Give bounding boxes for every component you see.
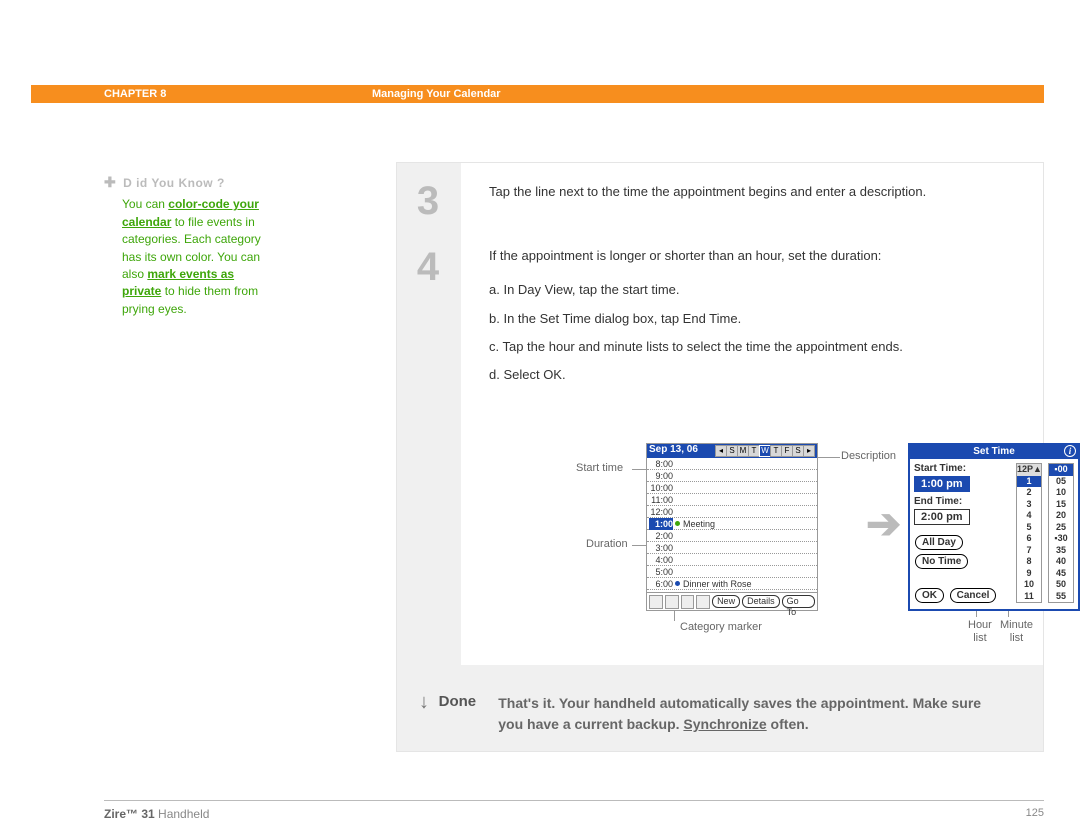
substep-c: c. Tap the hour and minute lists to sele… — [489, 338, 1013, 356]
substep-d: d. Select OK. — [489, 366, 1013, 384]
time-slot[interactable]: 9:00 — [647, 470, 817, 482]
callout-line — [674, 611, 675, 621]
cancel-button[interactable]: Cancel — [950, 588, 997, 603]
time-slot[interactable]: 5:00 — [647, 566, 817, 578]
chapter-title: Managing Your Calendar — [372, 85, 501, 103]
details-button[interactable]: Details — [742, 595, 780, 608]
time-slot[interactable]: 2:00 — [647, 530, 817, 542]
done-text: That's it. Your handheld automatically s… — [498, 693, 998, 735]
set-time-titlebar: Set Time i — [910, 445, 1078, 459]
time-slots: 8:009:0010:0011:0012:001:00Meeting2:003:… — [647, 458, 817, 602]
time-slot[interactable]: 4:00 — [647, 554, 817, 566]
sidebar-body: You can color-code your calendar to file… — [122, 196, 264, 318]
ok-button[interactable]: OK — [915, 588, 944, 603]
label-minute-list: Minute list — [1000, 619, 1033, 645]
next-day-icon[interactable]: ▸ — [803, 445, 815, 457]
hour-list[interactable]: 12P▲1234567891011 — [1016, 463, 1042, 603]
label-start-time: Start time — [576, 462, 623, 474]
no-time-button[interactable]: No Time — [915, 554, 968, 569]
step-numbers: 3 4 — [397, 163, 459, 287]
plus-icon: ✚ — [104, 174, 116, 190]
set-time-body: Start Time: 1:00 pm End Time: 2:00 pm Al… — [910, 459, 1078, 609]
view-icon-2[interactable] — [665, 595, 679, 609]
day-view-date: Sep 13, 06 — [649, 444, 698, 455]
day-view-toolbar: New Details Go To — [647, 592, 817, 610]
time-slot[interactable]: 1:00Meeting — [647, 518, 817, 530]
time-slot[interactable]: 10:00 — [647, 482, 817, 494]
day-view-titlebar: Sep 13, 06 ◂ S M T W T F S ▸ — [647, 444, 817, 458]
substep-b: b. In the Set Time dialog box, tap End T… — [489, 310, 1013, 328]
step4-intro: If the appointment is longer or shorter … — [489, 247, 1013, 265]
synchronize-link[interactable]: Synchronize — [683, 716, 766, 732]
end-time-value[interactable]: 2:00 pm — [914, 509, 970, 525]
info-icon[interactable]: i — [1064, 445, 1076, 457]
time-slot[interactable]: 6:00Dinner with Rose — [647, 578, 817, 590]
label-category: Category marker — [680, 621, 762, 633]
arrow-down-icon: ↓ — [419, 691, 429, 714]
day-view-screenshot: Sep 13, 06 ◂ S M T W T F S ▸ 8:009:0010:… — [646, 443, 818, 611]
time-slot[interactable]: 8:00 — [647, 458, 817, 470]
goto-button[interactable]: Go To — [782, 595, 815, 608]
label-description: Description — [841, 450, 896, 462]
page-number: 125 — [1026, 807, 1044, 819]
product-name: Zire™ 31 Handheld — [104, 807, 209, 821]
day-picker: ◂ S M T W T F S ▸ — [716, 445, 815, 457]
step4-substeps: a. In Day View, tap the start time. b. I… — [489, 281, 1013, 384]
all-day-button[interactable]: All Day — [915, 535, 963, 550]
minute-list[interactable]: ▪000510152025▪303540455055 — [1048, 463, 1074, 603]
chapter-label: CHAPTER 8 — [104, 85, 166, 103]
start-time-value[interactable]: 1:00 pm — [914, 476, 970, 492]
sidebar-headline: D id You Know ? — [123, 176, 225, 190]
set-time-screenshot: Set Time i Start Time: 1:00 pm End Time:… — [908, 443, 1080, 611]
page-footer: Zire™ 31 Handheld 125 — [104, 800, 1044, 821]
done-bar: ↓ Done That's it. Your handheld automati… — [397, 679, 1043, 751]
done-label: Done — [439, 693, 495, 710]
illustration-area: Start time Duration Description Category… — [576, 443, 1036, 663]
view-icon-1[interactable] — [649, 595, 663, 609]
new-button[interactable]: New — [712, 595, 740, 608]
header-bar: CHAPTER 8 Managing Your Calendar — [31, 85, 1044, 103]
time-slot[interactable]: 12:00 — [647, 506, 817, 518]
step-number-4: 4 — [397, 247, 459, 287]
label-duration: Duration — [586, 538, 628, 550]
view-icon-4[interactable] — [696, 595, 710, 609]
arrow-right-icon: ➔ — [866, 499, 901, 548]
step-content: Tap the line next to the time the appoin… — [461, 163, 1043, 665]
view-icon-3[interactable] — [681, 595, 695, 609]
time-slot[interactable]: 11:00 — [647, 494, 817, 506]
substep-a: a. In Day View, tap the start time. — [489, 281, 1013, 299]
step3-text: Tap the line next to the time the appoin… — [489, 183, 1013, 201]
step-number-3: 3 — [397, 181, 459, 221]
label-hour-list: Hour list — [968, 619, 992, 645]
did-you-know-sidebar: ✚ D id You Know ? You can color-code you… — [104, 172, 264, 318]
time-slot[interactable]: 3:00 — [647, 542, 817, 554]
main-content-box: 3 4 Tap the line next to the time the ap… — [396, 162, 1044, 752]
